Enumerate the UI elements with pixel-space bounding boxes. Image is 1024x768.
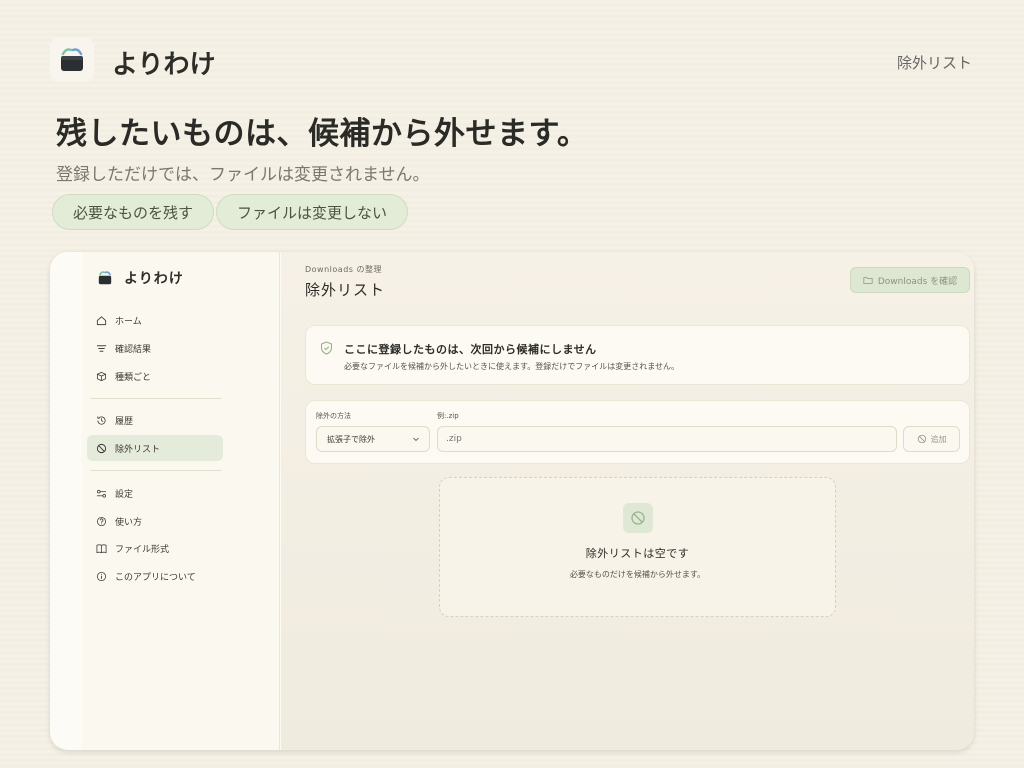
pill-keep-needed: 必要なものを残す xyxy=(52,194,215,230)
sidebar-item-label: 設定 xyxy=(115,489,134,500)
info-icon xyxy=(95,570,107,582)
extension-input[interactable] xyxy=(437,426,897,452)
sidebar-item-label: ホーム xyxy=(115,316,142,327)
method-select[interactable]: 拡張子で除外 xyxy=(316,426,430,452)
info-description: 必要なファイルを候補から外したいときに使えます。登録だけでファイルは変更されませ… xyxy=(344,362,679,371)
box-icon xyxy=(95,370,107,382)
method-label: 除外の方法 xyxy=(316,412,351,420)
hero-subtitle: 登録しただけでは、ファイルは変更されません。 xyxy=(56,165,430,185)
sidebar-item-by-type[interactable]: 種類ごと xyxy=(87,363,223,389)
chevron-down-icon xyxy=(412,435,420,445)
check-downloads-label: Downloads を確認 xyxy=(877,276,958,287)
sidebar-divider xyxy=(90,470,222,471)
main-content: Downloads の整理 除外リスト Downloads を確認 ここに登録し… xyxy=(281,252,974,750)
info-title: ここに登録したものは、次回から候補にしません xyxy=(344,343,597,356)
top-nav-exclusion-list[interactable]: 除外リスト xyxy=(897,52,972,73)
sidebar-item-label: 確認結果 xyxy=(115,344,152,355)
sidebar-item-label: このアプリについて xyxy=(115,572,196,583)
sidebar-item-how-to[interactable]: 使い方 xyxy=(87,508,223,534)
breadcrumb: Downloads の整理 xyxy=(305,265,382,274)
add-button-label: 追加 xyxy=(930,434,947,444)
folder-icon xyxy=(61,48,83,71)
folder-outline-icon xyxy=(863,277,873,284)
ban-icon xyxy=(95,442,107,454)
app-title: よりわけ xyxy=(112,50,216,80)
settings-icon xyxy=(95,487,107,499)
sidebar-item-exclusion-list[interactable]: 除外リスト xyxy=(87,435,223,461)
sidebar-brand-name: よりわけ xyxy=(124,271,184,287)
sidebar-item-label: 種類ごと xyxy=(115,372,152,383)
history-icon xyxy=(95,414,107,426)
pill-no-change: ファイルは変更しない xyxy=(216,194,409,230)
hero-title: 残したいものは、候補から外せます。 xyxy=(56,116,589,152)
empty-state-icon xyxy=(623,503,653,533)
ban-icon xyxy=(631,511,645,525)
sidebar-item-label: 使い方 xyxy=(115,517,143,528)
sidebar: よりわけ ホーム 確認結果 種類ごと 履歴 除外リスト 設定 使い方 ファイル形… xyxy=(82,252,280,750)
check-downloads-button[interactable]: Downloads を確認 xyxy=(850,267,970,293)
empty-state-title: 除外リストは空です xyxy=(585,547,690,560)
folder-icon xyxy=(98,271,112,285)
sidebar-item-home[interactable]: ホーム xyxy=(87,307,223,333)
empty-state-description: 必要なものだけを候補から外せます。 xyxy=(569,570,706,579)
ban-icon xyxy=(917,434,926,444)
sidebar-item-about[interactable]: このアプリについて xyxy=(87,563,237,589)
info-card: ここに登録したものは、次回から候補にしません 必要なファイルを候補から外したいと… xyxy=(305,325,970,385)
sidebar-item-history[interactable]: 履歴 xyxy=(87,407,223,433)
sidebar-item-results[interactable]: 確認結果 xyxy=(87,335,223,361)
empty-state: 除外リストは空です 必要なものだけを候補から外せます。 xyxy=(439,477,836,617)
extension-label: 例:.zip xyxy=(437,412,459,420)
method-select-value: 拡張子で除外 xyxy=(327,434,375,444)
sidebar-item-settings[interactable]: 設定 xyxy=(87,480,223,506)
book-icon xyxy=(95,542,107,554)
help-icon xyxy=(95,515,107,527)
add-button[interactable]: 追加 xyxy=(903,426,960,452)
home-icon xyxy=(95,314,107,326)
sidebar-item-label: ファイル形式 xyxy=(115,544,170,555)
sidebar-brand: よりわけ xyxy=(96,268,184,288)
app-logo xyxy=(50,38,94,82)
exclusion-form: 除外の方法 拡張子で除外 例:.zip 追加 xyxy=(305,400,970,464)
sidebar-item-label: 履歴 xyxy=(115,416,134,427)
sidebar-item-label: 除外リスト xyxy=(115,444,161,455)
sidebar-item-file-formats[interactable]: ファイル形式 xyxy=(87,535,223,561)
page-title: 除外リスト xyxy=(305,281,386,299)
app-window: よりわけ ホーム 確認結果 種類ごと 履歴 除外リスト 設定 使い方 ファイル形… xyxy=(50,252,974,750)
hero-pills: 必要なものを残す ファイルは変更しない xyxy=(52,194,410,230)
shield-check-icon xyxy=(320,340,333,359)
sidebar-divider xyxy=(90,398,222,399)
filter-icon xyxy=(95,342,107,354)
